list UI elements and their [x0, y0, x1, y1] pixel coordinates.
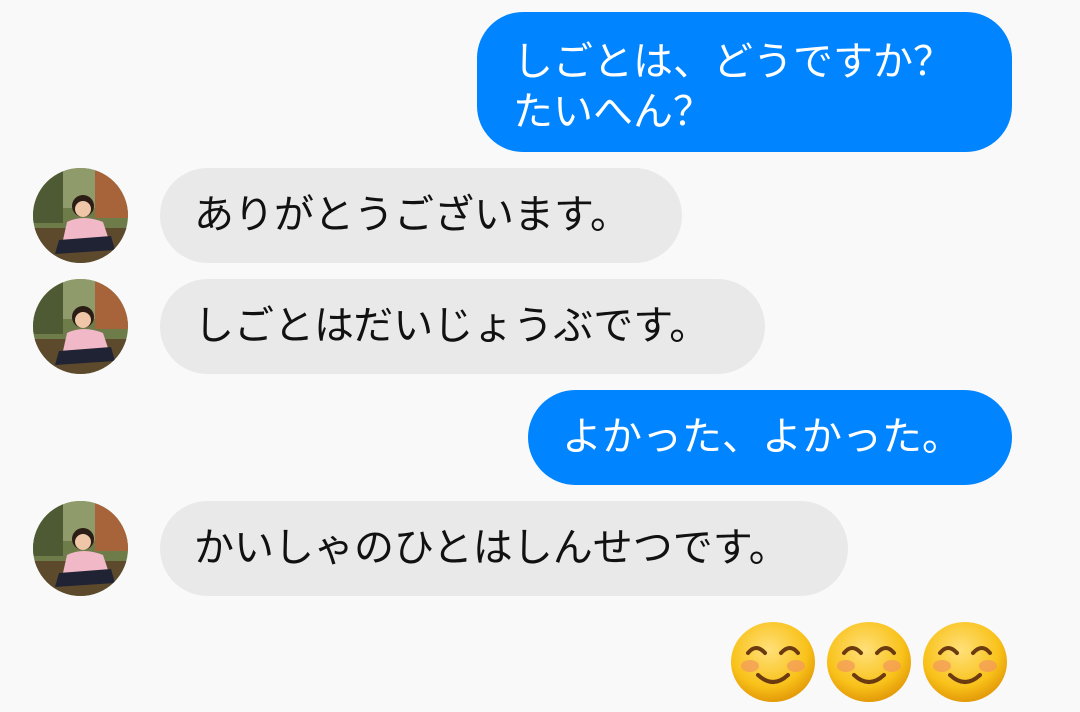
message-bubble-outgoing[interactable]: しごとは、どうですか？ たいへん？ — [477, 12, 1012, 152]
message-bubble-incoming[interactable]: ありがとうございます。 — [160, 168, 682, 263]
contact-avatar[interactable] — [33, 501, 128, 596]
contact-avatar[interactable] — [33, 279, 128, 374]
smiling-face-with-smiling-eyes-icon — [827, 622, 911, 702]
smiling-face-with-smiling-eyes-icon — [731, 622, 815, 702]
message-bubble-incoming[interactable]: しごとはだいじょうぶです。 — [160, 279, 765, 374]
smiling-face-with-smiling-eyes-icon — [923, 622, 1007, 702]
message-bubble-outgoing[interactable]: よかった、よかった。 — [528, 390, 1012, 485]
contact-avatar[interactable] — [33, 168, 128, 263]
message-bubble-incoming[interactable]: かいしゃのひとはしんせつです。 — [160, 501, 848, 596]
chat-thread: しごとは、どうですか？ たいへん？ ありがとうございます。 しごとはだいじょうぶ… — [0, 0, 1080, 712]
emoji-message[interactable] — [730, 621, 1020, 703]
